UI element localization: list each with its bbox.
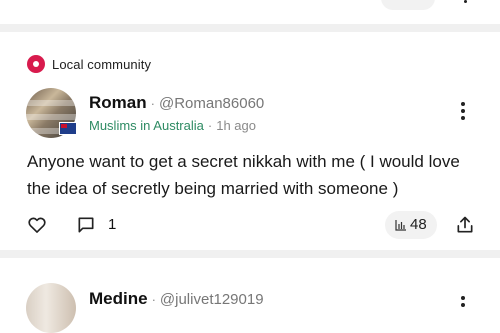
post-text: Anyone want to get a secret nikkah with …	[27, 152, 460, 198]
post-time: 1h ago	[216, 118, 256, 133]
heart-icon[interactable]	[27, 215, 47, 235]
community-link[interactable]: Muslims in Australia	[89, 118, 204, 133]
separator-dot: ·	[151, 292, 156, 307]
author-name[interactable]: Medine	[89, 289, 148, 308]
more-options-icon[interactable]	[458, 102, 468, 122]
previous-post-more-icon[interactable]	[456, 0, 474, 10]
author-handle[interactable]: @Roman86060	[159, 95, 264, 112]
author-line: Medine · @julivet129019	[89, 289, 264, 309]
badge-label: Local community	[52, 56, 152, 72]
more-options-icon[interactable]	[458, 296, 468, 316]
views-chart-icon	[395, 220, 406, 231]
share-icon[interactable]	[455, 214, 475, 236]
views-button[interactable]: 48	[385, 211, 437, 239]
author-name[interactable]: Roman	[89, 93, 147, 112]
post-actions: 1 48	[0, 211, 500, 240]
post-meta: Muslims in Australia · 1h ago	[89, 118, 256, 133]
feed-divider	[0, 24, 500, 32]
views-count: 48	[410, 216, 427, 233]
comment-count: 1	[108, 216, 117, 233]
feed-divider	[0, 250, 500, 258]
author-line: Roman · @Roman86060	[89, 93, 264, 113]
comment-icon[interactable]	[76, 215, 96, 235]
previous-post-views-pill[interactable]	[381, 0, 435, 10]
location-pin-icon	[27, 55, 45, 73]
avatar[interactable]	[26, 283, 76, 333]
author-handle[interactable]: @julivet129019	[160, 291, 264, 308]
community-badge[interactable]: Local community	[27, 54, 151, 74]
separator-dot: ·	[150, 96, 155, 111]
separator-dot: ·	[207, 118, 213, 133]
flag-icon	[59, 122, 77, 135]
